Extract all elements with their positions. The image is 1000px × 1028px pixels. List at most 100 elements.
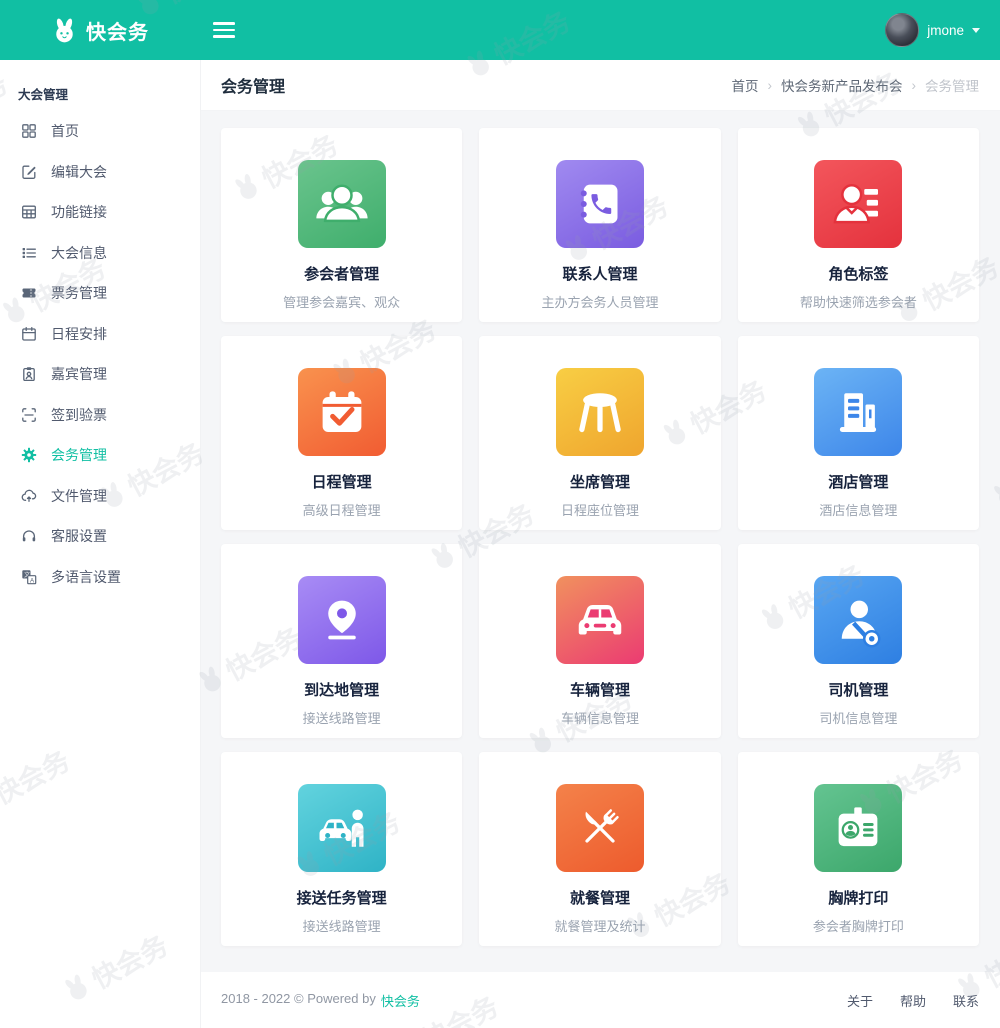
sidebar-item-label: 功能链接	[51, 202, 107, 222]
sidebar-item-label: 嘉宾管理	[51, 364, 107, 384]
sidebar-item-headset[interactable]: 客服设置	[0, 516, 200, 557]
module-card-subtitle: 司机信息管理	[819, 708, 897, 727]
sidebar-item-label: 票务管理	[51, 283, 107, 303]
content-area: 参会者管理 管理参会嘉宾、观众 联系人管理 主办方会务人员管理 角色标签 帮助快…	[200, 111, 1000, 972]
sidebar-item-label: 首页	[51, 121, 79, 141]
sidebar-item-grid[interactable]: 功能链接	[0, 192, 200, 233]
dashboard-icon	[21, 123, 37, 139]
module-card-subtitle: 酒店信息管理	[819, 500, 897, 519]
sidebar-section-label: 大会管理	[0, 60, 200, 111]
breadcrumb-separator: ›	[768, 78, 773, 93]
footer-link-contact[interactable]: 联系	[953, 991, 979, 1010]
sidebar-item-ticket[interactable]: 票务管理	[0, 273, 200, 314]
sidebar-item-label: 多语言设置	[51, 567, 121, 587]
module-card-attendees[interactable]: 参会者管理 管理参会嘉宾、观众	[221, 128, 462, 322]
breadcrumb-item-2: 会务管理	[925, 75, 979, 95]
hotel-icon	[828, 382, 888, 442]
module-tile	[556, 576, 644, 664]
module-tile	[814, 160, 902, 248]
vehicle-icon	[570, 590, 630, 650]
sidebar-item-label: 签到验票	[51, 405, 107, 425]
sidebar-item-list[interactable]: 大会信息	[0, 233, 200, 274]
ticket-icon	[21, 285, 37, 301]
role-tag-icon	[828, 174, 888, 234]
module-card-shuttle[interactable]: 接送任务管理 接送线路管理	[221, 752, 462, 946]
breadcrumb-separator: ›	[912, 78, 917, 93]
module-card-title: 酒店管理	[828, 471, 888, 492]
sidebar-item-guest[interactable]: 嘉宾管理	[0, 354, 200, 395]
module-card-title: 坐席管理	[570, 471, 630, 492]
sidebar-item-cloud[interactable]: 文件管理	[0, 476, 200, 517]
user-name: jmone	[927, 23, 964, 38]
breadcrumb-item-0[interactable]: 首页	[732, 75, 759, 95]
sidebar-item-dashboard[interactable]: 首页	[0, 111, 200, 152]
module-card-subtitle: 就餐管理及统计	[554, 916, 645, 935]
sidebar-item-label: 客服设置	[51, 526, 107, 546]
module-card-hotel[interactable]: 酒店管理 酒店信息管理	[738, 336, 979, 530]
module-card-title: 车辆管理	[570, 679, 630, 700]
footer-link-help[interactable]: 帮助	[900, 991, 926, 1010]
menu-toggle-button[interactable]	[213, 22, 235, 38]
module-tile	[814, 368, 902, 456]
module-card-title: 接送任务管理	[297, 887, 387, 908]
copyright-text: 2018 - 2022 © Powered by 快会务	[221, 991, 420, 1010]
module-card-schedule[interactable]: 日程管理 高级日程管理	[221, 336, 462, 530]
module-tile	[556, 160, 644, 248]
module-grid: 参会者管理 管理参会嘉宾、观众 联系人管理 主办方会务人员管理 角色标签 帮助快…	[221, 128, 979, 946]
sidebar-item-label: 文件管理	[51, 486, 107, 506]
footer-brand-link[interactable]: 快会务	[381, 991, 420, 1010]
avatar	[885, 13, 919, 47]
chevron-down-icon	[972, 28, 980, 33]
module-card-subtitle: 高级日程管理	[303, 500, 381, 519]
main-area: 会务管理 首页 › 快会务新产品发布会 › 会务管理 参会者管理 管理参会嘉宾、观众 联…	[200, 60, 1000, 1028]
sidebar-menu: 首页 编辑大会 功能链接 大会信息 票务管理 日程安排 嘉宾管理	[0, 111, 200, 597]
module-tile	[298, 576, 386, 664]
sidebar-item-scan[interactable]: 签到验票	[0, 395, 200, 436]
sidebar-item-label: 日程安排	[51, 324, 107, 344]
module-card-role-tag[interactable]: 角色标签 帮助快速筛选参会者	[738, 128, 979, 322]
module-card-driver[interactable]: 司机管理 司机信息管理	[738, 544, 979, 738]
user-menu[interactable]: jmone	[885, 13, 1000, 47]
breadcrumb-item-1[interactable]: 快会务新产品发布会	[781, 75, 903, 95]
sidebar-item-label: 编辑大会	[51, 162, 107, 182]
driver-icon	[828, 590, 888, 650]
page-title: 会务管理	[221, 73, 285, 97]
sidebar-item-gear[interactable]: 会务管理	[0, 435, 200, 476]
module-card-title: 就餐管理	[570, 887, 630, 908]
module-card-vehicle[interactable]: 车辆管理 车辆信息管理	[479, 544, 720, 738]
sidebar-item-language[interactable]: 多语言设置	[0, 557, 200, 598]
module-tile	[298, 160, 386, 248]
module-card-badge[interactable]: 胸牌打印 参会者胸牌打印	[738, 752, 979, 946]
calendar-icon	[21, 326, 37, 342]
module-card-subtitle: 接送线路管理	[303, 916, 381, 935]
brand-logo[interactable]: 快会务	[0, 16, 200, 45]
sidebar-item-calendar[interactable]: 日程安排	[0, 314, 200, 355]
module-card-title: 日程管理	[312, 471, 372, 492]
sidebar-item-label: 会务管理	[51, 445, 107, 465]
contact-book-icon	[570, 174, 630, 234]
badge-icon	[828, 798, 888, 858]
app-screen: 快会务 jmone 大会管理 首页 编辑大会 功能链接	[0, 0, 1000, 1028]
rabbit-logo-icon	[51, 17, 78, 44]
module-card-title: 角色标签	[828, 263, 888, 284]
grid-icon	[21, 204, 37, 220]
module-tile	[814, 784, 902, 872]
module-tile	[298, 368, 386, 456]
dining-icon	[570, 798, 630, 858]
footer-links: 关于 帮助 联系	[847, 991, 979, 1010]
module-card-location[interactable]: 到达地管理 接送线路管理	[221, 544, 462, 738]
footer-link-about[interactable]: 关于	[847, 991, 873, 1010]
sidebar-item-edit[interactable]: 编辑大会	[0, 152, 200, 193]
module-card-title: 到达地管理	[304, 679, 379, 700]
sidebar-item-label: 大会信息	[51, 243, 107, 263]
headset-icon	[21, 528, 37, 544]
sidebar: 大会管理 首页 编辑大会 功能链接 大会信息 票务管理 日程安	[0, 60, 201, 1028]
module-card-subtitle: 主办方会务人员管理	[541, 292, 658, 311]
location-icon	[312, 590, 372, 650]
module-card-contact-book[interactable]: 联系人管理 主办方会务人员管理	[479, 128, 720, 322]
module-card-dining[interactable]: 就餐管理 就餐管理及统计	[479, 752, 720, 946]
module-card-seat[interactable]: 坐席管理 日程座位管理	[479, 336, 720, 530]
module-card-subtitle: 接送线路管理	[303, 708, 381, 727]
brand-name: 快会务	[86, 16, 149, 45]
edit-icon	[21, 164, 37, 180]
